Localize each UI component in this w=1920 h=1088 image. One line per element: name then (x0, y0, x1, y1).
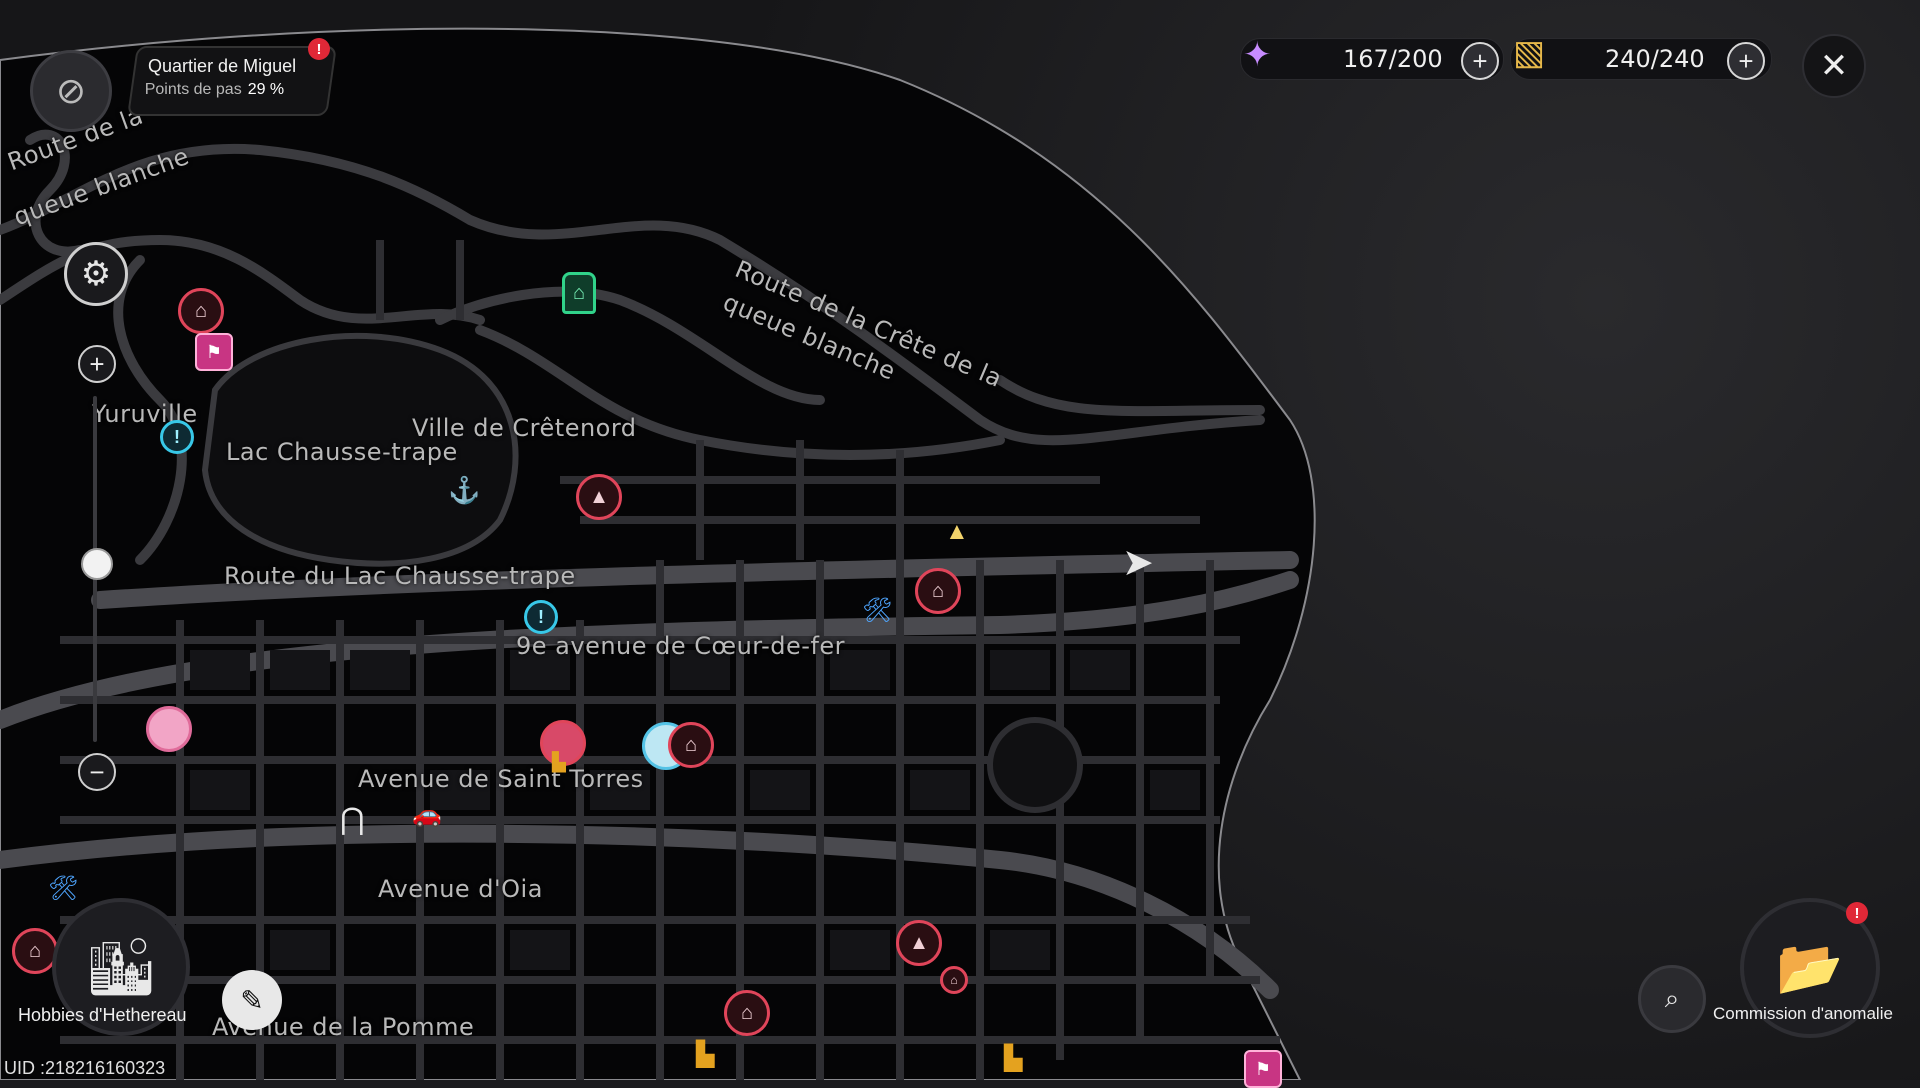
city-buildings-icon: 🏙 (85, 935, 157, 998)
folder-icon: 📂 (1776, 937, 1844, 998)
add-stamina-button[interactable]: + (1461, 42, 1499, 80)
building-marker[interactable]: ▙ (1004, 1044, 1022, 1073)
location-alert-badge: ! (308, 38, 330, 60)
road-label-saint-torres: Avenue de Saint Torres (358, 765, 644, 793)
small-shop-marker[interactable]: ⌂ (940, 966, 968, 994)
garage-marker[interactable]: 🛠 (48, 874, 78, 903)
location-progress-label: Points de pas (144, 81, 242, 98)
close-button[interactable]: ✕ (1802, 34, 1866, 98)
shop-marker[interactable]: ⌂ (724, 990, 770, 1036)
commission-label: Commission d'anomalie (1713, 1004, 1893, 1023)
teleport-marker[interactable]: ⌂ (562, 272, 596, 314)
close-icon: ✕ (1819, 47, 1849, 85)
plus-icon: + (89, 348, 105, 379)
tower-marker[interactable]: ▲ (576, 474, 622, 520)
minus-icon: − (89, 756, 105, 787)
road-label-coeur-de-fer: 9e avenue de Cœur-de-fer (516, 632, 846, 660)
map-search-button[interactable]: ⌕ (1638, 965, 1706, 1033)
shop-marker[interactable]: ⌂ (915, 568, 961, 614)
magnifier-icon: ⌕ (1664, 983, 1680, 1013)
shop-marker[interactable]: ⌂ (178, 288, 224, 334)
car-marker[interactable]: 🚗 (412, 800, 442, 829)
gear-icon: ⚙ (80, 255, 112, 293)
add-card-button[interactable]: + (1727, 42, 1765, 80)
notes-button[interactable]: ✎ (222, 970, 282, 1030)
player-position-marker: ▲ (945, 518, 969, 545)
quest-alert-marker[interactable]: ! (160, 420, 194, 454)
race-flag-marker[interactable]: ⚑ (195, 333, 233, 371)
arch-marker[interactable]: ⋂ (340, 802, 365, 837)
quest-alert-marker[interactable]: ! (524, 600, 558, 634)
compass-button[interactable]: ⊘ (30, 50, 112, 132)
fishing-marker[interactable]: ⚓ (448, 475, 480, 506)
zoom-in-button[interactable]: + (78, 345, 116, 383)
zoom-slider-handle[interactable] (81, 548, 113, 580)
building-marker[interactable]: ▙ (696, 1040, 714, 1069)
uid-text: UID :218216160323 (4, 1058, 166, 1078)
location-progress-percent: 29 % (247, 81, 285, 98)
road-label-oia: Avenue d'Oia (378, 875, 543, 903)
road-label-route-lac: Route du Lac Chausse-trape (224, 562, 576, 590)
character-avatar-marker[interactable] (146, 706, 192, 752)
commission-alert-badge: ! (1846, 902, 1868, 924)
stamina-crystal-icon: ✦ (1243, 36, 1272, 74)
settings-button[interactable]: ⚙ (64, 242, 128, 306)
building-marker[interactable]: ▙ (552, 752, 566, 773)
lake-label: Lac Chausse-trape (226, 438, 458, 466)
compass-icon: ⊘ (55, 70, 87, 111)
location-name: Quartier de Miguel (148, 56, 297, 76)
card-value: 240/240 (1605, 45, 1705, 73)
tower-marker[interactable]: ▲ (896, 920, 942, 966)
zoom-out-button[interactable]: − (78, 753, 116, 791)
shop-marker[interactable]: ⌂ (668, 722, 714, 768)
location-panel: Quartier de Miguel Points de pas 29 % (127, 46, 337, 116)
garage-marker[interactable]: 🛠 (862, 596, 892, 625)
note-edit-icon: ✎ (240, 984, 264, 1016)
card-pack-icon: ▧ (1513, 34, 1546, 72)
race-flag-marker[interactable]: ⚑ (1244, 1050, 1282, 1088)
hobbies-label: Hobbies d'Hethereau (18, 1005, 187, 1025)
location-progress: Points de pas 29 % (145, 81, 317, 99)
stamina-value: 167/200 (1343, 45, 1443, 73)
cursor-pointer-icon: ➤ (1122, 542, 1154, 584)
